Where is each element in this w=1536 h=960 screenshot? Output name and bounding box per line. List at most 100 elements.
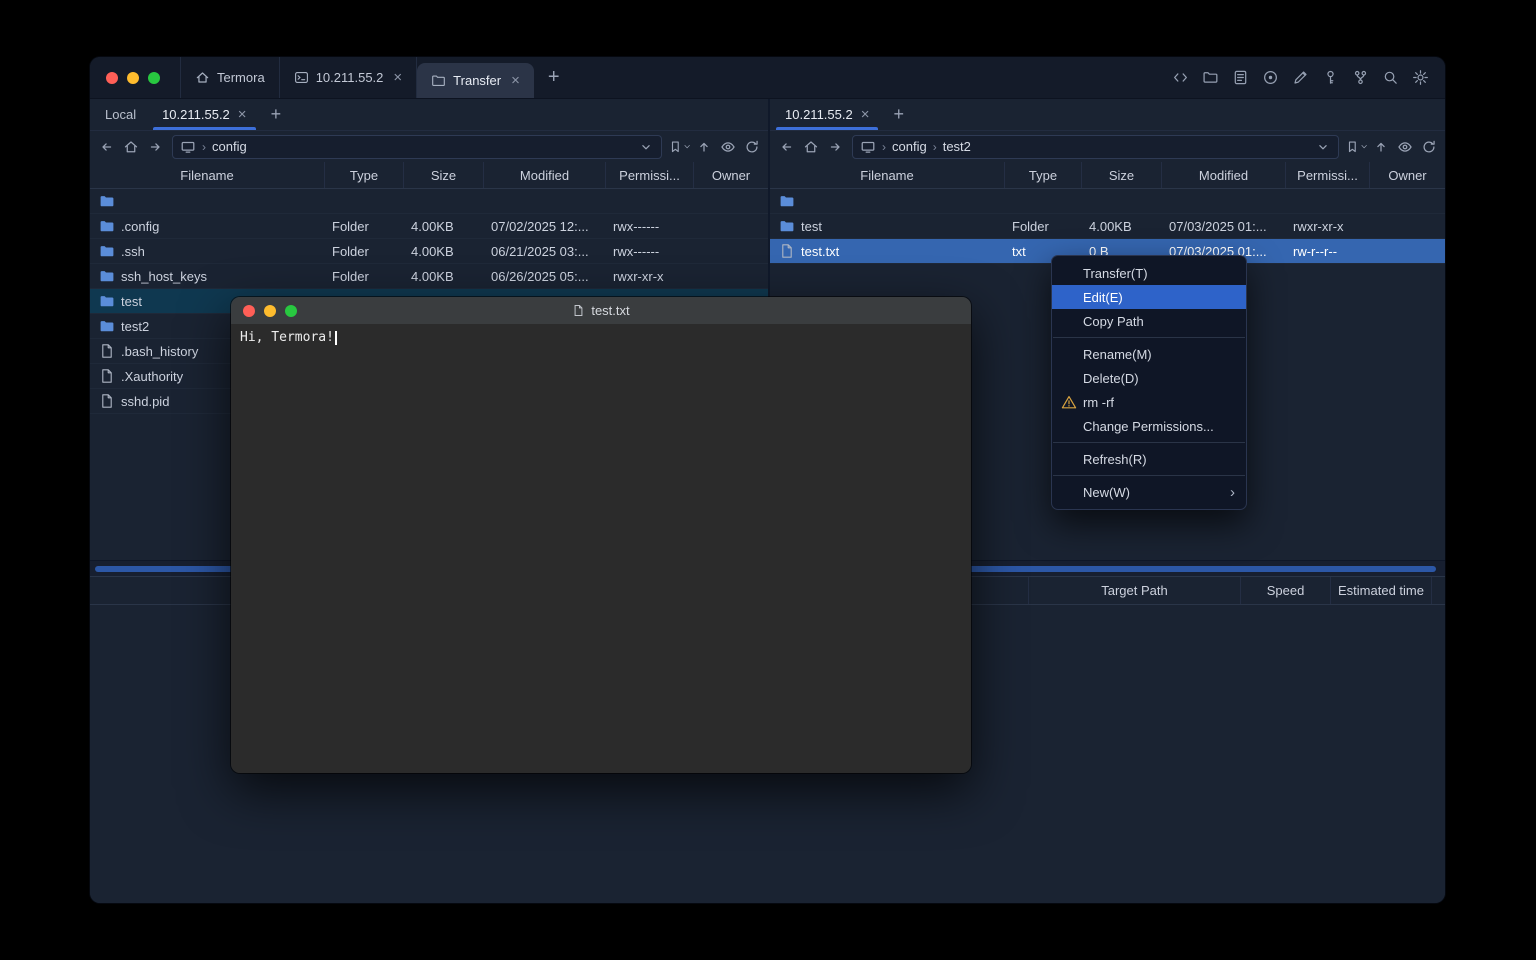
file-row-ssh-host-keys[interactable]: ssh_host_keysFolder4.00KB06/26/2025 05:.…	[90, 264, 768, 289]
back-button[interactable]	[775, 135, 798, 158]
chevron-down-icon[interactable]	[1315, 139, 1331, 155]
upload-button[interactable]	[692, 135, 715, 158]
close-window-button[interactable]	[106, 72, 118, 84]
file-row-parent[interactable]	[90, 189, 768, 214]
file-modified-cell: 06/26/2025 05:...	[483, 264, 605, 288]
new-tab-button[interactable]: +	[882, 99, 915, 130]
close-tab-icon[interactable]: ×	[393, 70, 402, 85]
file-size-cell	[1081, 189, 1161, 213]
editor-titlebar[interactable]: test.txt	[231, 297, 971, 324]
panel-tab-10-211-55-2[interactable]: 10.211.55.2×	[772, 99, 882, 130]
path-bar[interactable]: ›config	[172, 135, 662, 159]
editor-window[interactable]: test.txt Hi, Termora!	[231, 297, 971, 773]
column-header-size[interactable]: Size	[1081, 162, 1161, 188]
column-header-owner[interactable]: Owner	[1369, 162, 1445, 188]
zoom-window-button[interactable]	[148, 72, 160, 84]
titlebar-tabs: Termora10.211.55.2×Transfer×+	[180, 57, 574, 98]
traffic-lights	[90, 57, 180, 98]
file-row-config[interactable]: .configFolder4.00KB07/02/2025 12:...rwx-…	[90, 214, 768, 239]
gear-icon[interactable]	[1410, 68, 1430, 88]
show-hidden-button[interactable]	[1393, 135, 1416, 158]
folder-icon	[431, 73, 446, 88]
column-header-type[interactable]: Type	[1004, 162, 1081, 188]
file-size-cell: 4.00KB	[403, 214, 483, 238]
panel-tab-local[interactable]: Local	[92, 99, 149, 130]
panel-tab-10-211-55-2[interactable]: 10.211.55.2×	[149, 99, 259, 130]
file-row-test[interactable]: testFolder4.00KB07/03/2025 01:...rwxr-xr…	[770, 214, 1445, 239]
transfer-column-target-path: Target Path	[1028, 577, 1240, 604]
column-header-size[interactable]: Size	[403, 162, 483, 188]
path-bar[interactable]: ›config›test2	[852, 135, 1339, 159]
column-header-owner[interactable]: Owner	[693, 162, 768, 188]
close-tab-icon[interactable]: ×	[238, 107, 247, 122]
show-hidden-button[interactable]	[716, 135, 739, 158]
chevron-down-icon[interactable]	[638, 139, 654, 155]
menu-item-delete-d[interactable]: Delete(D)	[1052, 366, 1246, 390]
key-icon[interactable]	[1320, 68, 1340, 88]
menu-item-copy-path[interactable]: Copy Path	[1052, 309, 1246, 333]
file-row-ssh[interactable]: .sshFolder4.00KB06/21/2025 03:...rwx----…	[90, 239, 768, 264]
bookmark-button[interactable]	[1345, 135, 1368, 158]
menu-item-transfer-t[interactable]: Transfer(T)	[1052, 261, 1246, 285]
editor-zoom-button[interactable]	[285, 305, 297, 317]
column-header-permissi[interactable]: Permissi...	[605, 162, 693, 188]
minimize-window-button[interactable]	[127, 72, 139, 84]
file-name-cell: test.txt	[770, 239, 1004, 263]
home-button[interactable]	[799, 135, 822, 158]
folder-icon	[99, 318, 115, 334]
log-icon[interactable]	[1230, 68, 1250, 88]
file-name: test	[801, 219, 822, 234]
search-icon[interactable]	[1380, 68, 1400, 88]
titlebar-tab-transfer[interactable]: Transfer×	[417, 63, 534, 98]
menu-item-rename-m[interactable]: Rename(M)	[1052, 342, 1246, 366]
column-header-type[interactable]: Type	[324, 162, 403, 188]
breadcrumb: ›config	[202, 139, 247, 154]
column-header-filename[interactable]: Filename	[90, 162, 324, 188]
record-icon[interactable]	[1260, 68, 1280, 88]
editor-text: Hi, Termora!	[240, 330, 334, 345]
editor-content[interactable]: Hi, Termora!	[231, 324, 971, 773]
menu-item-change-permissions[interactable]: Change Permissions...	[1052, 414, 1246, 438]
menu-separator	[1053, 337, 1245, 338]
file-name: .config	[121, 219, 159, 234]
column-header-filename[interactable]: Filename	[770, 162, 1004, 188]
file-row-parent[interactable]	[770, 189, 1445, 214]
path-segment[interactable]: test2	[943, 139, 971, 154]
path-segment[interactable]: config	[892, 139, 927, 154]
new-tab-button[interactable]: +	[260, 99, 293, 130]
forward-button[interactable]	[143, 135, 166, 158]
code-icon[interactable]	[1170, 68, 1190, 88]
file-table-header: FilenameTypeSizeModifiedPermissi...Owner	[770, 162, 1445, 189]
pencil-icon[interactable]	[1290, 68, 1310, 88]
file-owner-cell	[693, 214, 768, 238]
menu-item-new-w[interactable]: New(W)›	[1052, 480, 1246, 504]
folder-icon[interactable]	[1200, 68, 1220, 88]
titlebar-tab-10-211-55-2[interactable]: 10.211.55.2×	[280, 57, 417, 98]
column-header-modified[interactable]: Modified	[483, 162, 605, 188]
path-separator-icon: ›	[882, 140, 886, 154]
editor-close-button[interactable]	[243, 305, 255, 317]
column-header-modified[interactable]: Modified	[1161, 162, 1285, 188]
close-tab-icon[interactable]: ×	[861, 107, 870, 122]
file-size-cell: 4.00KB	[403, 239, 483, 263]
home-button[interactable]	[119, 135, 142, 158]
path-segment[interactable]: config	[212, 139, 247, 154]
menu-item-edit-e[interactable]: Edit(E)	[1052, 285, 1246, 309]
editor-minimize-button[interactable]	[264, 305, 276, 317]
column-header-permissi[interactable]: Permissi...	[1285, 162, 1369, 188]
branch-icon[interactable]	[1350, 68, 1370, 88]
refresh-button[interactable]	[1417, 135, 1440, 158]
file-icon	[99, 393, 115, 409]
menu-item-refresh-r[interactable]: Refresh(R)	[1052, 447, 1246, 471]
left-toolbar: ›config	[90, 131, 768, 162]
menu-item-rm-rf[interactable]: rm -rf	[1052, 390, 1246, 414]
bookmark-button[interactable]	[668, 135, 691, 158]
upload-button[interactable]	[1369, 135, 1392, 158]
forward-button[interactable]	[823, 135, 846, 158]
titlebar-tab-termora[interactable]: Termora	[180, 57, 280, 98]
new-tab-button[interactable]: +	[534, 57, 574, 98]
file-size-cell	[403, 189, 483, 213]
close-tab-icon[interactable]: ×	[511, 73, 520, 88]
refresh-button[interactable]	[740, 135, 763, 158]
back-button[interactable]	[95, 135, 118, 158]
